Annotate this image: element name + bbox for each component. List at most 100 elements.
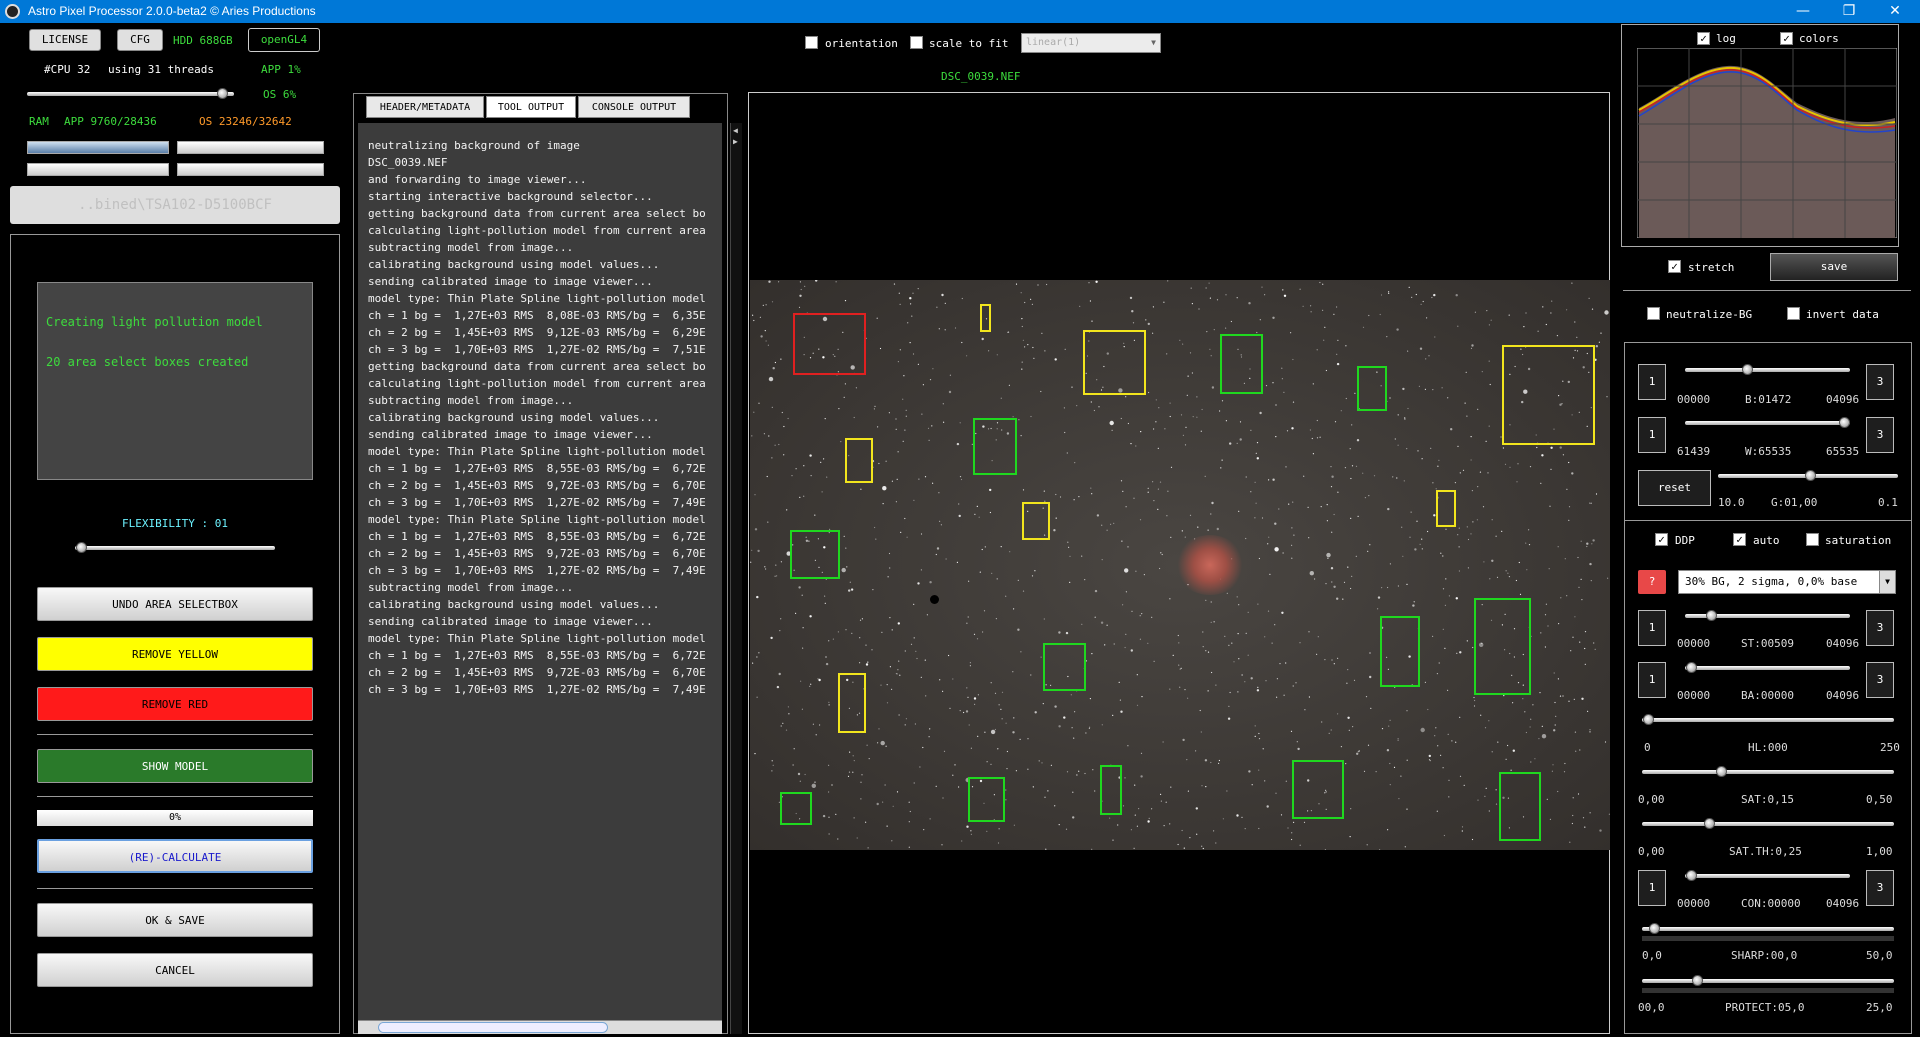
w-increase-button[interactable]: 3	[1866, 417, 1894, 453]
con-slider-knob[interactable]	[1686, 870, 1697, 881]
opengl-button[interactable]: openGL4	[248, 28, 320, 52]
b-decrease-button[interactable]: 1	[1638, 364, 1666, 400]
expand-right-icon[interactable]: ▶	[733, 137, 738, 146]
scale-to-fit-checkbox[interactable]	[910, 36, 923, 49]
save-button[interactable]: save	[1770, 253, 1898, 281]
cancel-button[interactable]: CANCEL	[37, 953, 313, 987]
hl-value: HL:000	[1748, 741, 1788, 754]
w-slider-knob[interactable]	[1839, 417, 1850, 428]
area-selectbox[interactable]	[1083, 330, 1146, 395]
b-increase-button[interactable]: 3	[1866, 364, 1894, 400]
panel-splitter[interactable]: ◀ ▶	[730, 123, 742, 1034]
ddp-preset-select[interactable]: 30% BG, 2 sigma, 0,0% base ▼	[1678, 570, 1896, 594]
tab-header-metadata[interactable]: HEADER/METADATA	[366, 96, 484, 118]
license-button[interactable]: LICENSE	[29, 29, 101, 51]
undo-area-selectbox-button[interactable]: UNDO AREA SELECTBOX	[37, 587, 313, 621]
w-slider[interactable]	[1685, 417, 1850, 428]
ddp-checkbox[interactable]: ✓	[1655, 533, 1668, 546]
st-decrease-button[interactable]: 1	[1638, 610, 1666, 646]
minimize-button[interactable]: —	[1780, 0, 1826, 23]
invert-data-checkbox[interactable]	[1787, 307, 1800, 320]
area-selectbox[interactable]	[1022, 502, 1050, 540]
area-selectbox[interactable]	[1380, 616, 1420, 687]
stretch-select[interactable]: linear(1) ▼	[1021, 33, 1161, 53]
auto-checkbox[interactable]: ✓	[1733, 533, 1746, 546]
area-selectbox[interactable]	[790, 530, 840, 579]
cpu-thread-slider[interactable]	[27, 88, 234, 99]
ba-increase-button[interactable]: 3	[1866, 662, 1894, 698]
area-selectbox[interactable]	[1499, 772, 1541, 841]
sat-slider[interactable]	[1642, 766, 1894, 777]
orientation-checkbox[interactable]	[805, 36, 818, 49]
saturation-checkbox[interactable]	[1806, 533, 1819, 546]
area-selectbox[interactable]	[1292, 760, 1344, 819]
ok-save-button[interactable]: OK & SAVE	[37, 903, 313, 937]
flexibility-slider-knob[interactable]	[76, 542, 87, 553]
hl-slider-knob[interactable]	[1643, 714, 1654, 725]
show-model-button[interactable]: SHOW MODEL	[37, 749, 313, 783]
working-directory[interactable]: ..bined\TSA102-D5100BCF	[10, 186, 340, 224]
scrollbar-thumb[interactable]	[378, 1022, 608, 1033]
con-increase-button[interactable]: 3	[1866, 870, 1894, 906]
sat-threshold-slider[interactable]	[1642, 818, 1894, 829]
help-button[interactable]: ?	[1638, 570, 1666, 594]
collapse-left-icon[interactable]: ◀	[733, 126, 738, 135]
area-selectbox[interactable]	[980, 304, 991, 332]
tab-console-output[interactable]: CONSOLE OUTPUT	[578, 96, 690, 118]
horizontal-scrollbar[interactable]	[358, 1020, 722, 1034]
w-decrease-button[interactable]: 1	[1638, 417, 1666, 453]
protect-slider[interactable]	[1642, 975, 1894, 986]
console-line: calibrating background using model value…	[368, 411, 660, 424]
recalculate-button[interactable]: (RE)-CALCULATE	[37, 839, 313, 873]
area-selectbox[interactable]	[1357, 366, 1387, 411]
neutralize-bg-checkbox[interactable]	[1647, 307, 1660, 320]
area-selectbox[interactable]	[793, 313, 866, 375]
area-selectbox[interactable]	[780, 792, 812, 825]
ba-decrease-button[interactable]: 1	[1638, 662, 1666, 698]
maximize-button[interactable]: ❐	[1826, 0, 1872, 23]
sharp-slider-knob[interactable]	[1649, 923, 1660, 934]
area-selectbox[interactable]	[1043, 643, 1086, 691]
con-value: CON:00000	[1741, 897, 1801, 910]
area-selectbox[interactable]	[973, 418, 1017, 475]
area-selectbox[interactable]	[1436, 490, 1456, 527]
st-slider[interactable]	[1685, 610, 1850, 621]
colors-checkbox[interactable]: ✓	[1780, 32, 1793, 45]
sat-threshold-slider-knob[interactable]	[1704, 818, 1715, 829]
sharp-slider[interactable]	[1642, 923, 1894, 934]
ba-slider-knob[interactable]	[1686, 662, 1697, 673]
tab-tool-output[interactable]: TOOL OUTPUT	[486, 96, 576, 118]
con-slider[interactable]	[1685, 870, 1850, 881]
area-selectbox[interactable]	[1474, 598, 1531, 695]
area-selectbox[interactable]	[845, 438, 873, 483]
flexibility-slider[interactable]	[75, 542, 275, 553]
con-decrease-button[interactable]: 1	[1638, 870, 1666, 906]
log-checkbox[interactable]: ✓	[1697, 32, 1710, 45]
area-selectbox[interactable]	[1220, 334, 1263, 394]
b-slider[interactable]	[1685, 364, 1850, 375]
st-slider-knob[interactable]	[1706, 610, 1717, 621]
sat-slider-knob[interactable]	[1716, 766, 1727, 777]
cfg-button[interactable]: CFG	[117, 29, 163, 51]
ba-slider[interactable]	[1685, 662, 1850, 673]
remove-red-button[interactable]: REMOVE RED	[37, 687, 313, 721]
area-selectbox[interactable]	[1100, 765, 1122, 815]
b-slider-knob[interactable]	[1742, 364, 1753, 375]
g-slider-knob[interactable]	[1805, 470, 1816, 481]
sat-value: SAT:0,15	[1741, 793, 1794, 806]
divider	[1623, 290, 1911, 291]
st-increase-button[interactable]: 3	[1866, 610, 1894, 646]
console-line: ch = 2 bg = 1,45E+03 RMS 9,72E-03 RMS/bg…	[368, 666, 706, 679]
area-selectbox[interactable]	[968, 777, 1005, 822]
remove-yellow-button[interactable]: REMOVE YELLOW	[37, 637, 313, 671]
area-selectbox[interactable]	[838, 673, 866, 733]
astro-image[interactable]	[750, 280, 1610, 850]
hl-slider[interactable]	[1642, 714, 1894, 725]
reset-button[interactable]: reset	[1638, 470, 1711, 506]
cpu-slider-knob[interactable]	[217, 88, 228, 99]
area-selectbox[interactable]	[1502, 345, 1595, 445]
g-slider[interactable]	[1718, 470, 1898, 481]
stretch-checkbox[interactable]: ✓	[1668, 260, 1681, 273]
protect-slider-knob[interactable]	[1692, 975, 1703, 986]
close-button[interactable]: ✕	[1872, 0, 1918, 23]
